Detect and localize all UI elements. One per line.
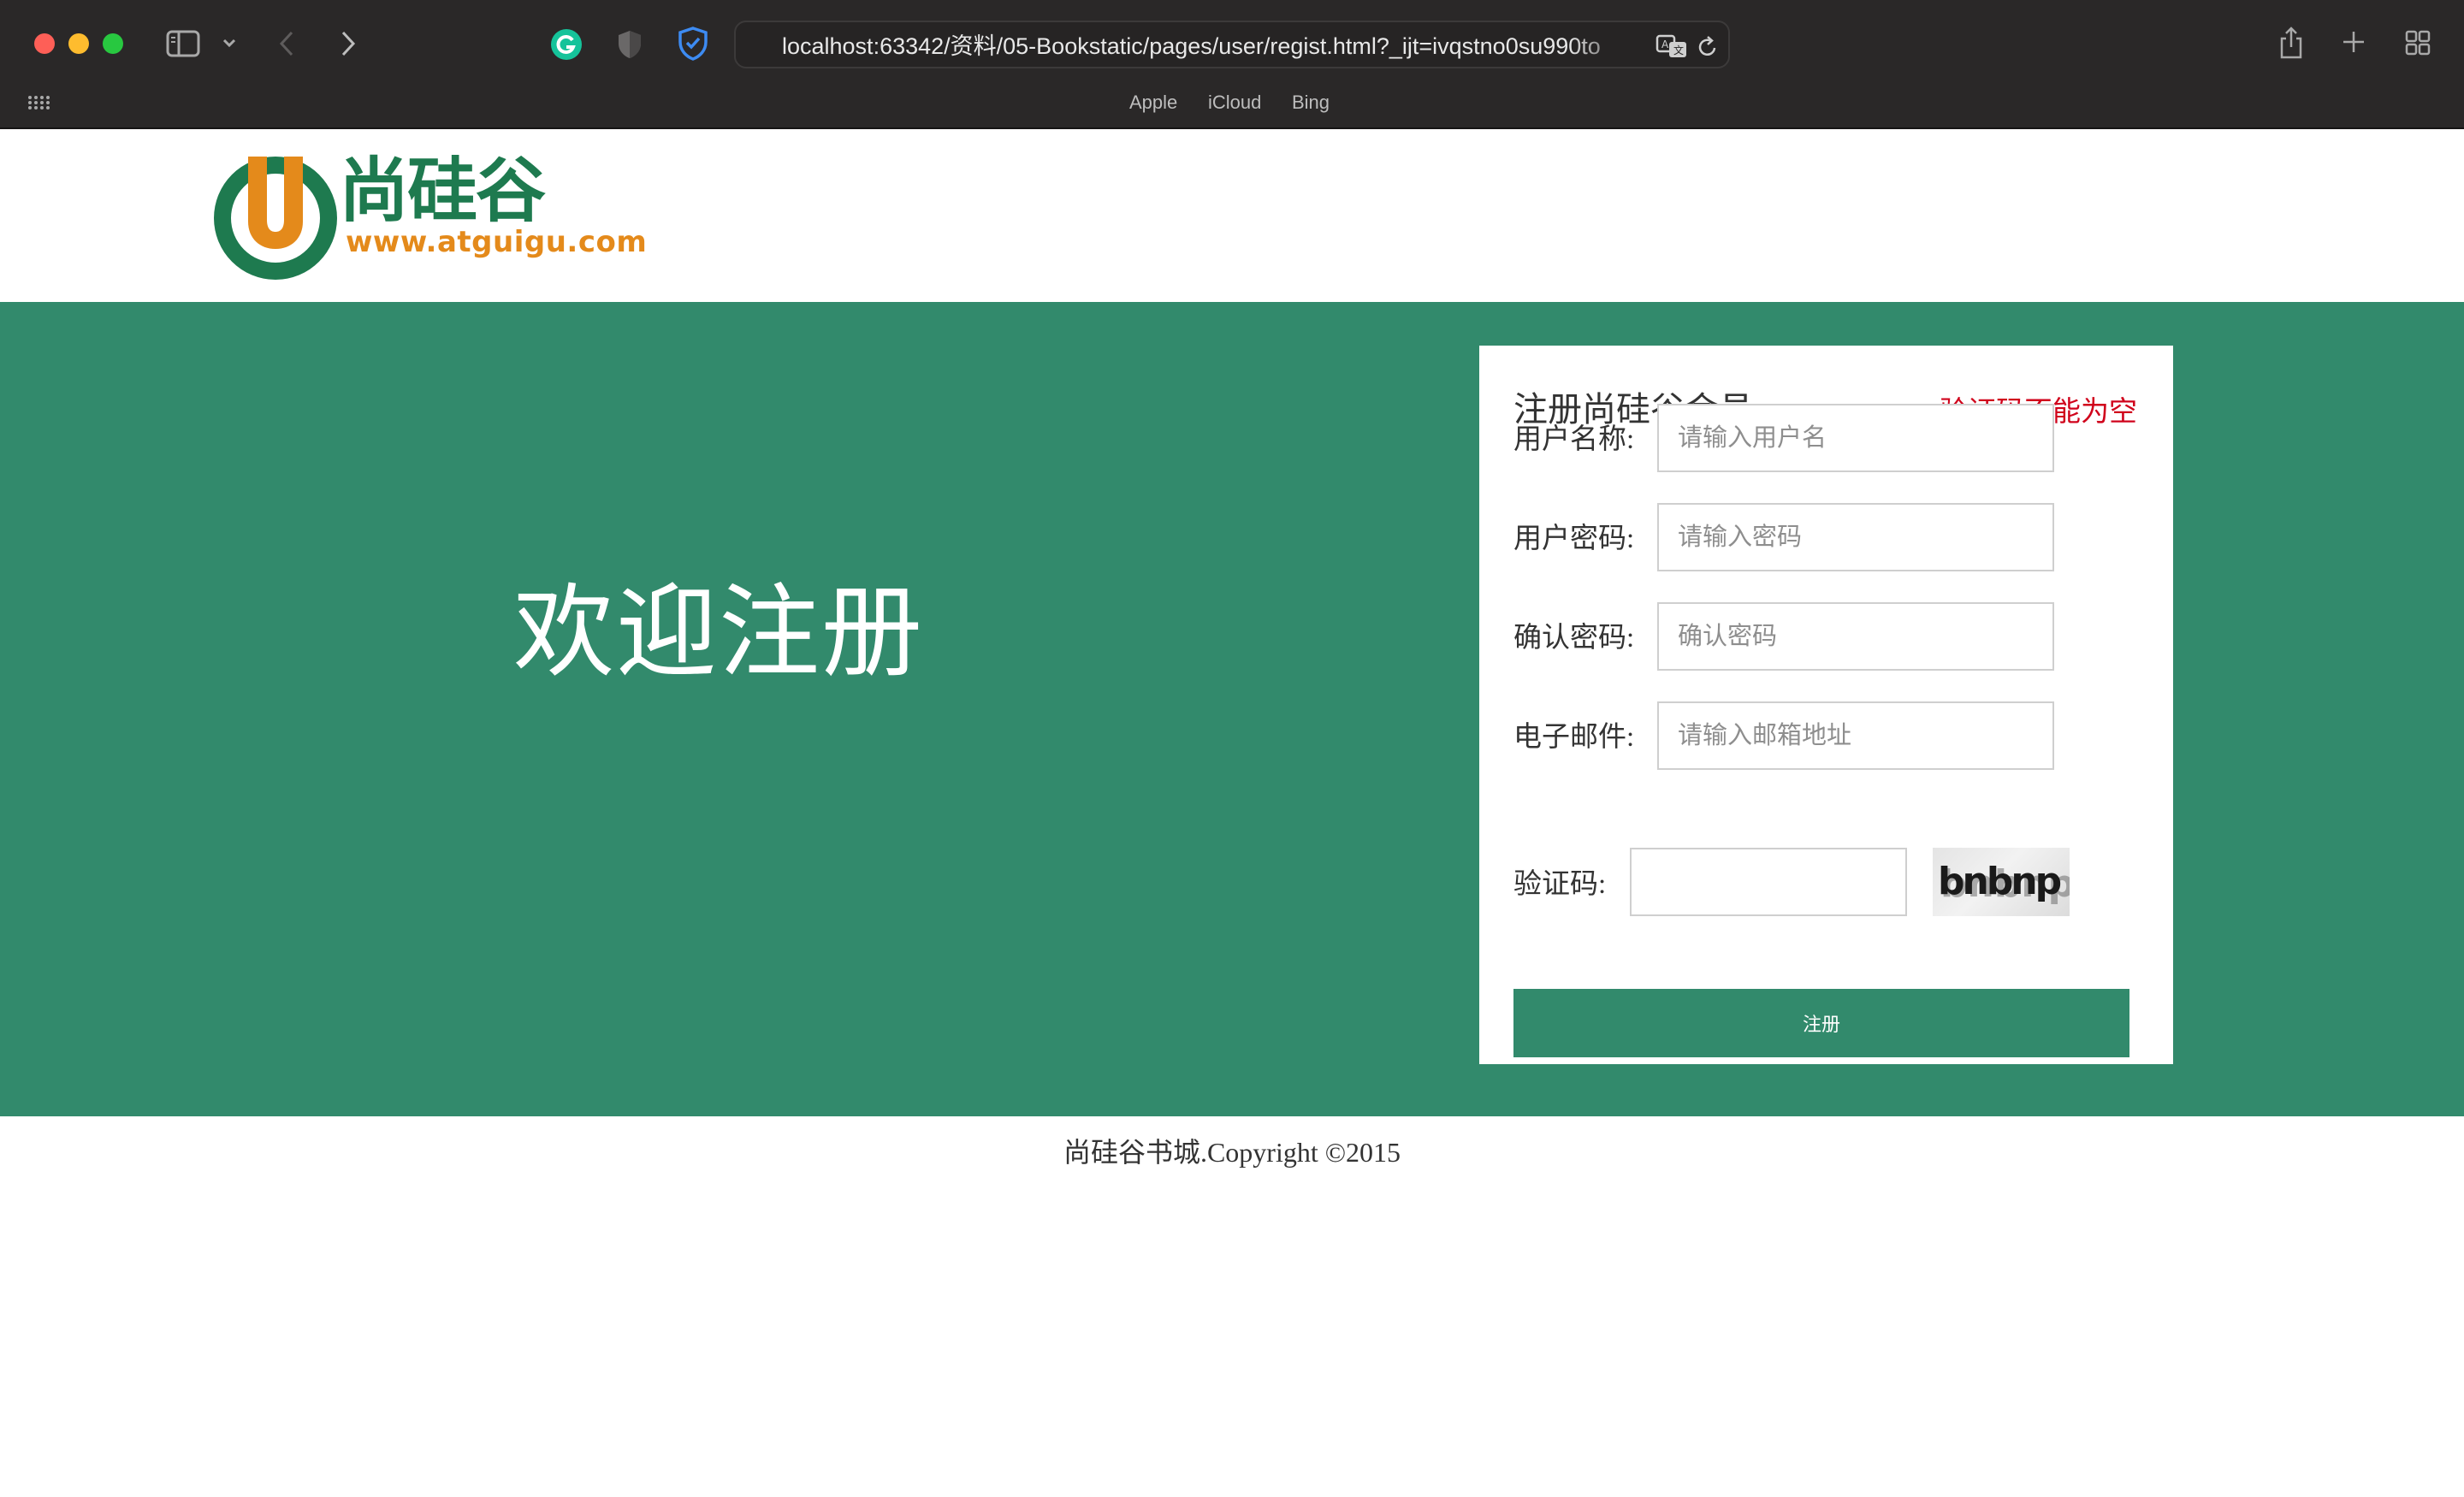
chevron-down-icon[interactable]	[219, 33, 240, 53]
sidebar-toggle-icon[interactable]	[164, 27, 202, 60]
site-header: 尚硅谷 www.atguigu.com	[0, 131, 2464, 302]
captcha-input[interactable]	[1630, 848, 1907, 916]
address-bar[interactable]: localhost:63342/资料/05-Bookstatic/pages/u…	[734, 21, 1730, 68]
captcha-image[interactable]: bnbnp bnbnp	[1933, 848, 2070, 916]
grammarly-extension-icon[interactable]	[549, 27, 583, 62]
reload-icon[interactable]	[1694, 33, 1721, 60]
username-input[interactable]	[1657, 404, 2054, 472]
username-label: 用户名称:	[1513, 424, 1635, 455]
logo-website: www.atguigu.com	[346, 225, 648, 259]
privacy-shield-icon[interactable]	[613, 27, 647, 62]
shield-check-extension-icon[interactable]	[676, 26, 710, 62]
email-input[interactable]	[1657, 701, 2054, 770]
address-bar-url[interactable]: localhost:63342/资料/05-Bookstatic/pages/u…	[782, 33, 1638, 59]
tab-overview-icon[interactable]	[2402, 27, 2433, 58]
maximize-window-button[interactable]	[103, 33, 123, 54]
captcha-label: 验证码:	[1513, 869, 1607, 900]
confirm-password-input[interactable]	[1657, 602, 2054, 671]
favorite-link-apple[interactable]: Apple	[1129, 92, 1177, 114]
favorites-bar: Apple iCloud Bing	[0, 89, 2464, 116]
registration-form: 注册尚硅谷会员 验证码不能为空 用户名称: 用户密码: 确认密码: 电子邮件: …	[1479, 346, 2173, 1064]
site-logo[interactable]: 尚硅谷 www.atguigu.com	[210, 146, 647, 283]
translate-icon[interactable]: A文	[1655, 33, 1689, 60]
welcome-heading: 欢迎注册	[513, 573, 925, 691]
captcha-text: bnbnp	[1938, 860, 2061, 903]
register-button[interactable]: 注册	[1513, 989, 2129, 1057]
password-label: 用户密码:	[1513, 524, 1635, 554]
browser-toolbar: localhost:63342/资料/05-Bookstatic/pages/u…	[0, 0, 2464, 129]
registration-banner: 欢迎注册 注册尚硅谷会员 验证码不能为空 用户名称: 用户密码: 确认密码: 电…	[0, 302, 2464, 1116]
favorite-link-icloud[interactable]: iCloud	[1208, 92, 1261, 114]
password-input[interactable]	[1657, 503, 2054, 571]
back-arrow-icon[interactable]	[274, 27, 299, 60]
minimize-window-button[interactable]	[68, 33, 89, 54]
page-footer: 尚硅谷书城.Copyright ©2015	[1063, 1137, 1401, 1168]
svg-text:文: 文	[1673, 44, 1684, 56]
close-window-button[interactable]	[34, 33, 55, 54]
svg-text:A: A	[1661, 38, 1669, 50]
email-label: 电子邮件:	[1513, 722, 1635, 753]
new-tab-plus-icon[interactable]	[2339, 27, 2368, 56]
forward-arrow-icon[interactable]	[335, 27, 361, 60]
share-icon[interactable]	[2276, 24, 2307, 62]
logo-u-emblem-icon	[214, 157, 337, 280]
favorite-link-bing[interactable]: Bing	[1292, 92, 1330, 114]
confirm-password-label: 确认密码:	[1513, 623, 1635, 654]
logo-title: 尚硅谷	[339, 151, 546, 232]
